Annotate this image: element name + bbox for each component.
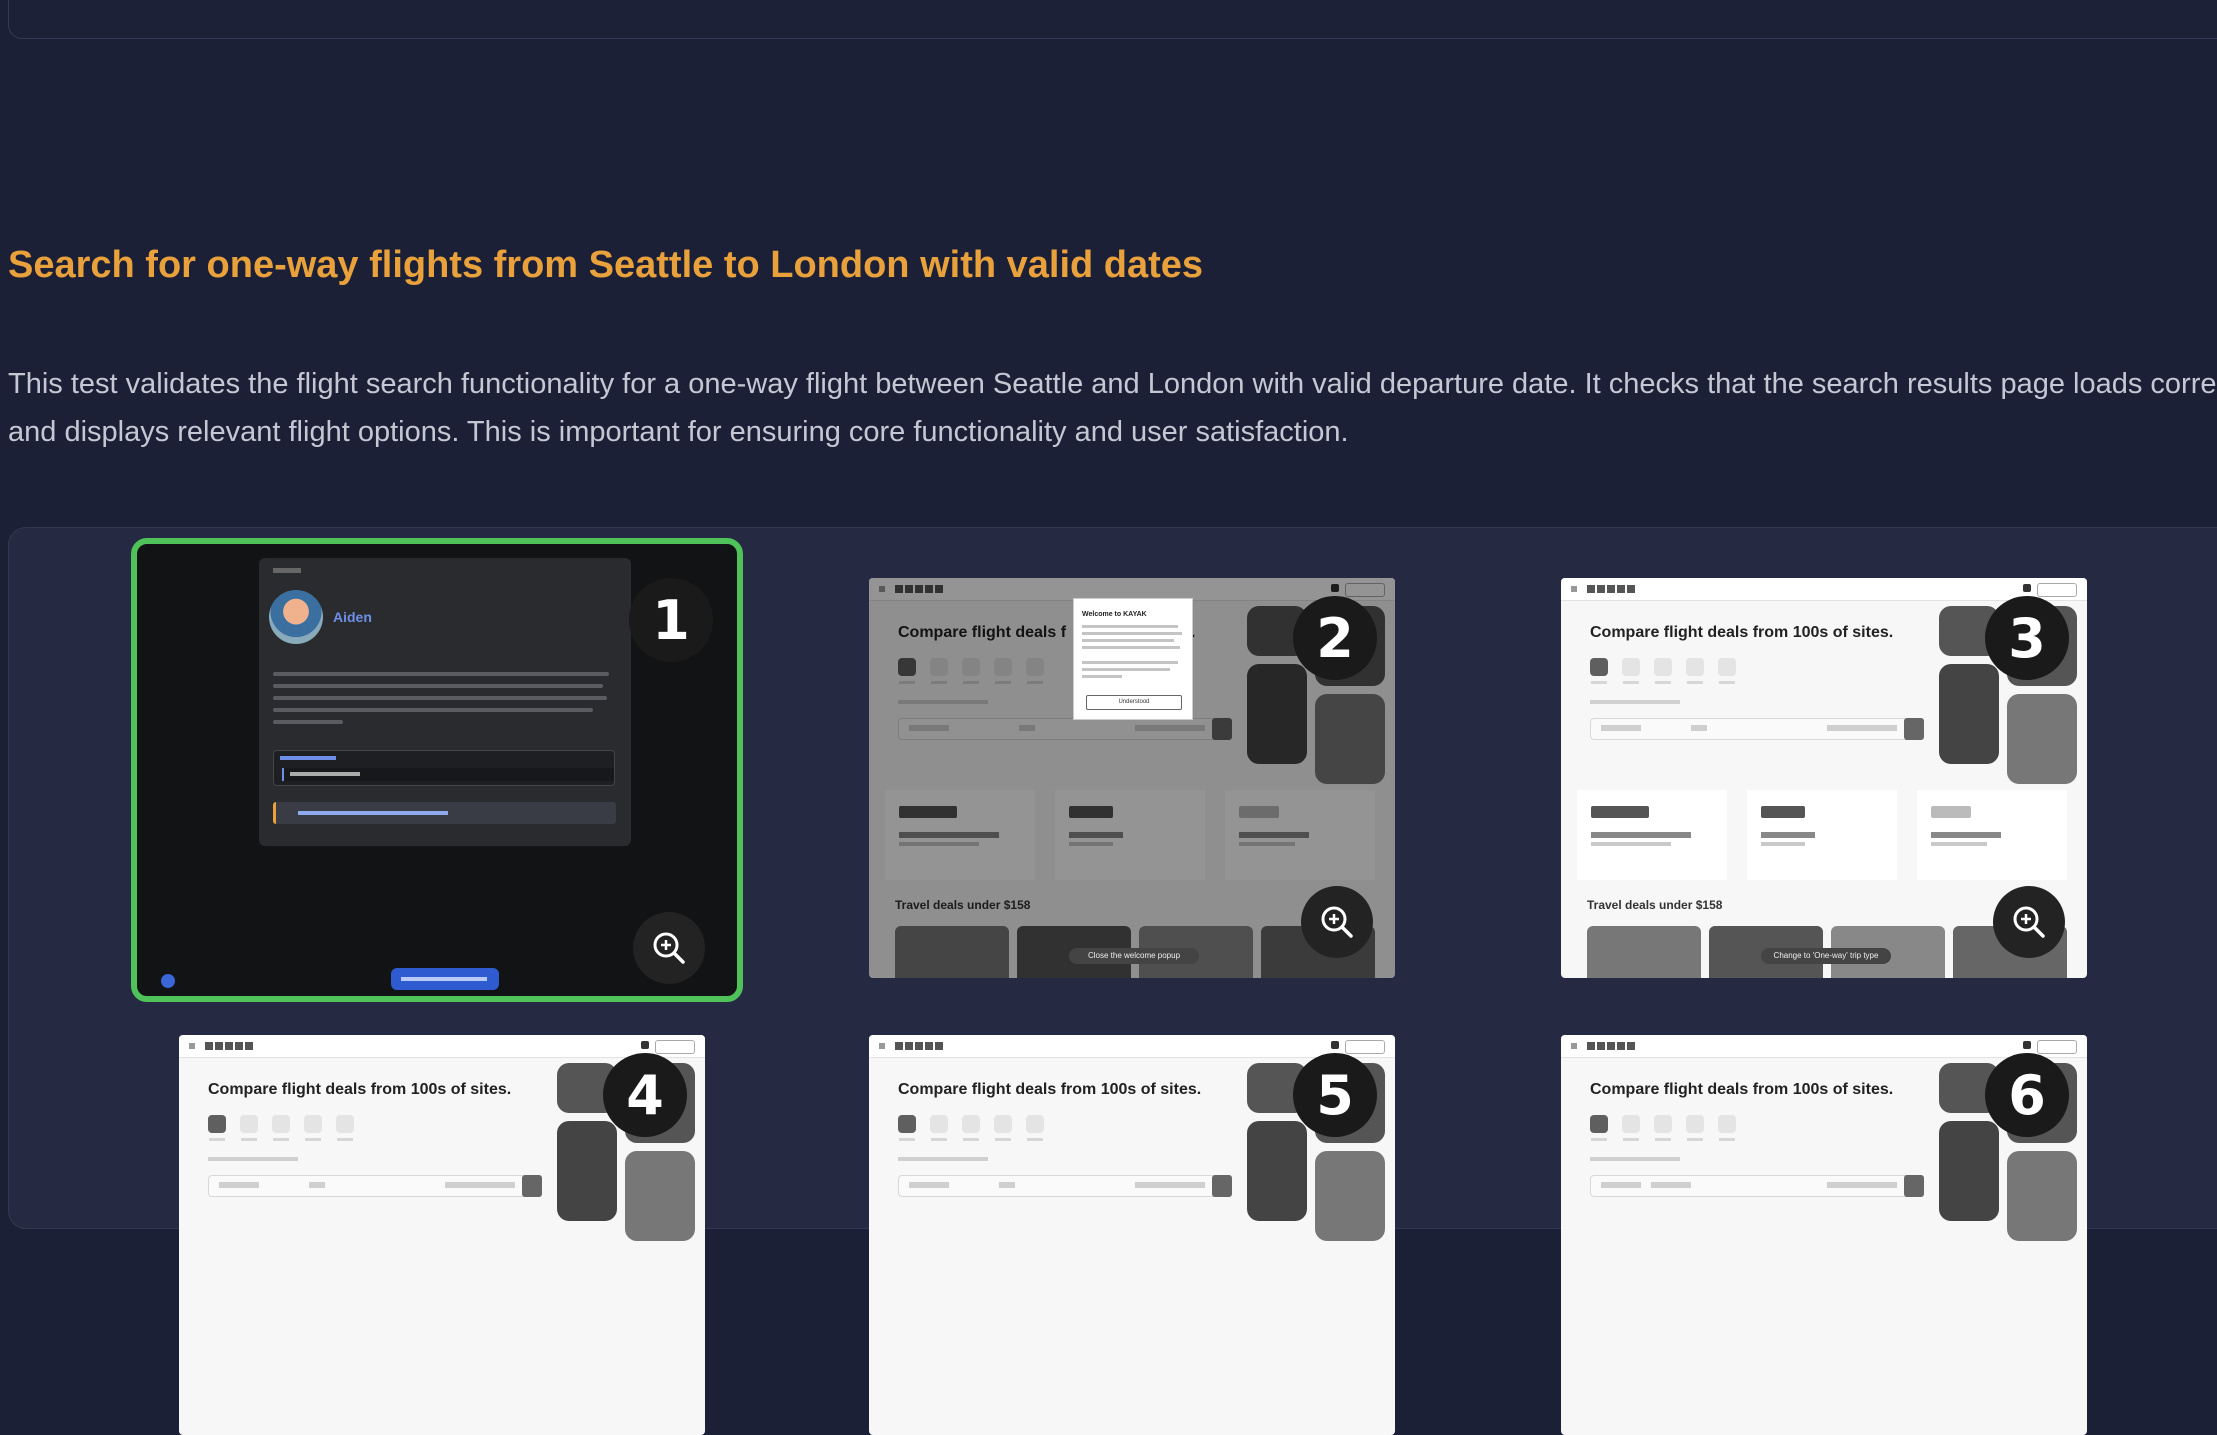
screenshot-thumbnail-6[interactable]: Compare flight deals from 100s of sites.… bbox=[1561, 1035, 2087, 1435]
test-title: Search for one-way flights from Seattle … bbox=[8, 244, 1204, 286]
brand-mark bbox=[273, 568, 301, 573]
mini-heading: Compare flight deals from 100s of sites. bbox=[1590, 624, 1894, 641]
mini-topbar bbox=[1561, 1035, 2087, 1058]
screenshot-gallery: Aiden 1 Compare flight deals fs. Welcome… bbox=[8, 527, 2217, 1435]
trip-options bbox=[208, 1157, 298, 1161]
zoom-in-icon[interactable] bbox=[1301, 886, 1373, 958]
mini-heading: Compare flight deals from 100s of sites. bbox=[898, 1081, 1202, 1098]
step-badge: 1 bbox=[629, 578, 713, 662]
mini-search-bar bbox=[898, 718, 1232, 740]
category-row bbox=[898, 1115, 1044, 1141]
mini-search-bar bbox=[1590, 1175, 1924, 1197]
mini-topbar bbox=[1561, 578, 2087, 601]
status-dot bbox=[161, 974, 175, 988]
trip-options bbox=[1590, 1157, 1680, 1161]
mini-search-bar bbox=[898, 1175, 1232, 1197]
previous-section-panel bbox=[8, 0, 2217, 39]
description-line bbox=[273, 696, 607, 700]
zoom-in-icon[interactable] bbox=[633, 912, 705, 984]
mini-search-bar bbox=[1590, 718, 1924, 740]
screenshot-thumbnail-5[interactable]: Compare flight deals from 100s of sites.… bbox=[869, 1035, 1395, 1435]
description-line bbox=[273, 708, 593, 712]
step-toast: Close the welcome popup bbox=[1069, 948, 1199, 964]
screenshot-thumbnail-3[interactable]: Compare flight deals from 100s of sites.… bbox=[1561, 578, 2087, 978]
stats-row bbox=[885, 790, 1395, 890]
deals-title: Travel deals under $158 bbox=[1587, 898, 1723, 912]
modal-title: Welcome to KAYAK bbox=[1082, 611, 1147, 618]
navigate-button bbox=[391, 968, 499, 990]
mini-heading: Compare flight deals from 100s of sites. bbox=[1590, 1081, 1894, 1098]
mini-topbar bbox=[869, 1035, 1395, 1058]
description-line bbox=[273, 672, 609, 676]
category-row bbox=[208, 1115, 354, 1141]
stats-row bbox=[1577, 790, 2087, 890]
trip-options bbox=[898, 1157, 988, 1161]
description-line bbox=[273, 684, 603, 688]
test-description: This test validates the flight search fu… bbox=[8, 368, 2217, 448]
deals-title: Travel deals under $158 bbox=[895, 898, 1031, 912]
step-badge: 3 bbox=[1985, 596, 2069, 680]
mini-heading: Compare flight deals from 100s of sites. bbox=[208, 1081, 512, 1098]
trip-options bbox=[1590, 700, 1680, 704]
user-name: Aiden bbox=[333, 609, 372, 625]
description-line bbox=[273, 720, 343, 724]
zoom-in-icon[interactable] bbox=[1993, 886, 2065, 958]
screenshot-thumbnail-4[interactable]: Compare flight deals from 100s of sites.… bbox=[179, 1035, 705, 1435]
trip-options bbox=[898, 700, 988, 704]
welcome-modal: Welcome to KAYAK Understood bbox=[1073, 598, 1193, 720]
avatar bbox=[269, 590, 323, 644]
category-row bbox=[898, 658, 1044, 684]
app-card: Aiden bbox=[259, 558, 631, 846]
category-row bbox=[1590, 658, 1736, 684]
status-banner bbox=[273, 802, 616, 824]
step-badge: 2 bbox=[1293, 596, 1377, 680]
mini-topbar bbox=[179, 1035, 705, 1058]
screenshot-thumbnail-2[interactable]: Compare flight deals fs. Welcome to KAYA… bbox=[869, 578, 1395, 978]
modal-understood-button: Understood bbox=[1086, 695, 1182, 710]
step-badge: 6 bbox=[1985, 1053, 2069, 1137]
url-field bbox=[273, 750, 615, 786]
category-row bbox=[1590, 1115, 1736, 1141]
mini-search-bar bbox=[208, 1175, 542, 1197]
screenshot-thumbnail-1[interactable]: Aiden 1 bbox=[131, 538, 743, 1002]
step-toast: Change to 'One-way' trip type bbox=[1761, 948, 1891, 964]
step-badge: 5 bbox=[1293, 1053, 1377, 1137]
step-badge: 4 bbox=[603, 1053, 687, 1137]
